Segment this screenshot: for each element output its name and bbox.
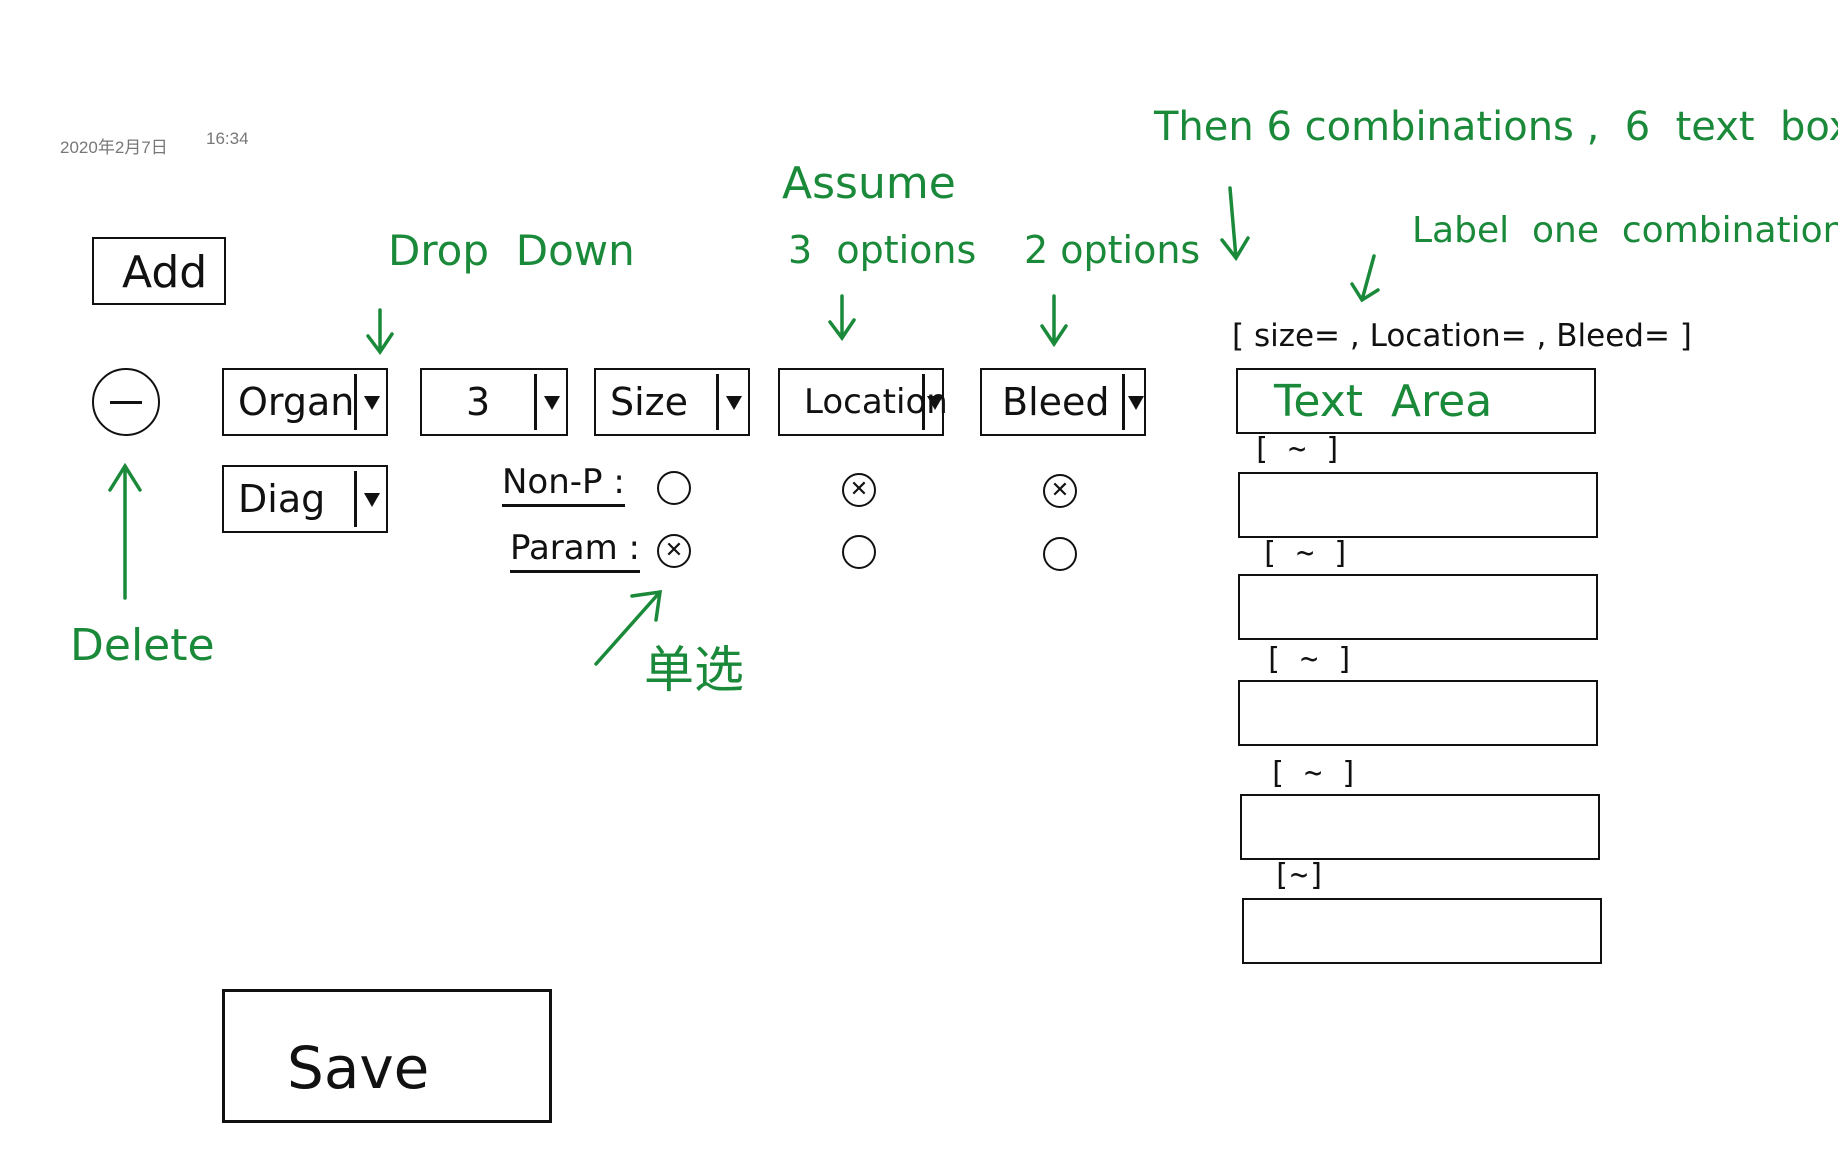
arrow-down-icon: [366, 308, 394, 356]
annotation-arrows: [108, 186, 1380, 666]
arrow-down-icon: [1040, 294, 1068, 348]
arrow-down-icon: [1220, 186, 1250, 262]
arrow-down-icon: [828, 294, 856, 342]
arrow-up-right-icon: [594, 589, 663, 666]
arrow-down-icon: [1350, 254, 1380, 303]
arrow-up-icon: [108, 462, 142, 600]
